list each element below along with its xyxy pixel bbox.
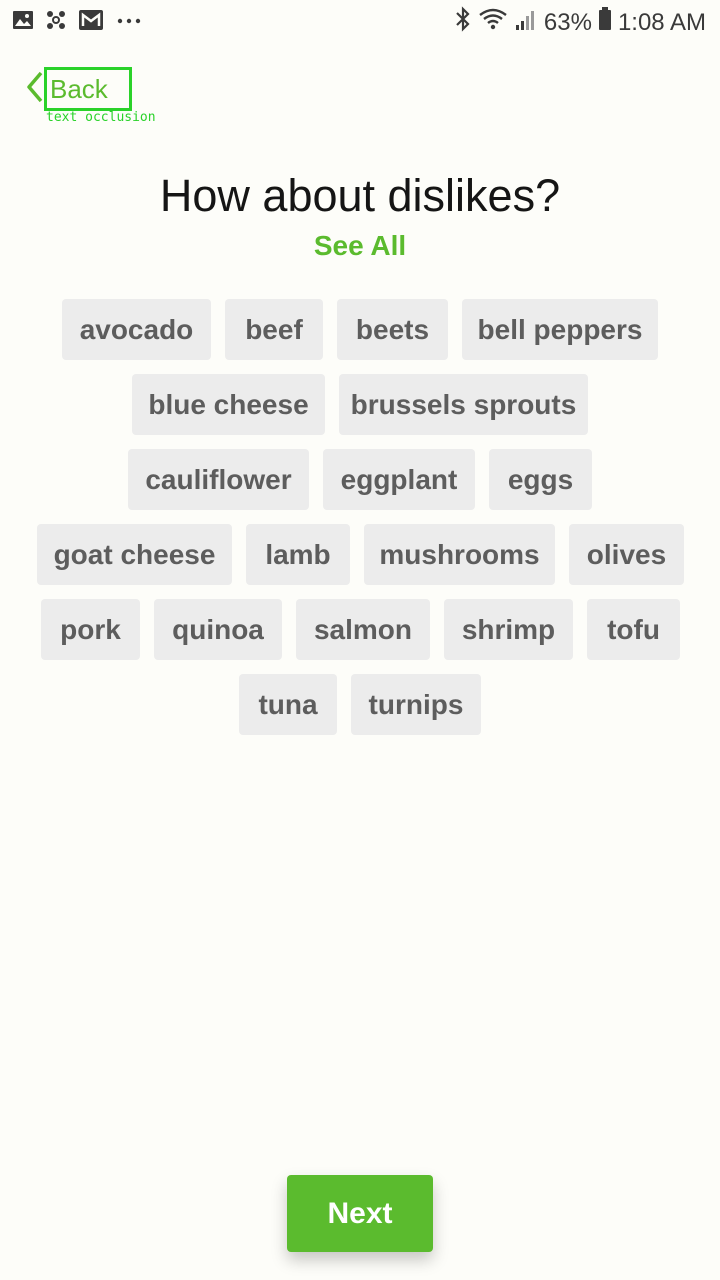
more-dots-icon [114, 9, 144, 38]
next-button[interactable]: Next [287, 1175, 433, 1252]
image-icon [12, 9, 34, 38]
chip-quinoa[interactable]: quinoa [154, 599, 282, 660]
chip-lamb[interactable]: lamb [246, 524, 350, 585]
battery-percent: 63% [543, 8, 592, 36]
chip-salmon[interactable]: salmon [296, 599, 430, 660]
chip-mushrooms[interactable]: mushrooms [364, 524, 555, 585]
chevron-left-icon [26, 67, 44, 112]
clock: 1:08 AM [617, 8, 706, 36]
status-bar-right: 63% 1:08 AM [454, 6, 706, 39]
status-bar-left [12, 8, 144, 39]
signal-icon [514, 6, 538, 39]
gmail-icon [78, 9, 104, 38]
text-occlusion-box [44, 67, 132, 111]
battery-icon [598, 6, 612, 39]
chip-beets[interactable]: beets [337, 299, 448, 360]
chip-shrimp[interactable]: shrimp [444, 599, 573, 660]
chip-turnips[interactable]: turnips [351, 674, 481, 735]
chip-goat-cheese[interactable]: goat cheese [37, 524, 232, 585]
chip-beef[interactable]: beef [225, 299, 323, 360]
chip-avocado[interactable]: avocado [62, 299, 211, 360]
page-title: How about dislikes? [159, 170, 561, 221]
chip-bell-peppers[interactable]: bell peppers [462, 299, 658, 360]
bluetooth-icon [454, 6, 472, 39]
chip-tuna[interactable]: tuna [239, 674, 337, 735]
chip-cauliflower[interactable]: cauliflower [128, 449, 309, 510]
text-occlusion-label: text occlusion [46, 110, 156, 125]
chip-olives[interactable]: olives [569, 524, 684, 585]
chip-blue-cheese[interactable]: blue cheese [132, 374, 325, 435]
see-all-link[interactable]: See All [0, 230, 720, 262]
wifi-icon [478, 6, 508, 39]
pinwheel-icon [44, 8, 68, 39]
chip-pork[interactable]: pork [41, 599, 140, 660]
screen: 63% 1:08 AM Back text occlusion How abou… [0, 0, 720, 1280]
chip-brussels-sprouts[interactable]: brussels sprouts [339, 374, 588, 435]
chip-tofu[interactable]: tofu [587, 599, 680, 660]
chip-eggs[interactable]: eggs [489, 449, 592, 510]
status-bar: 63% 1:08 AM [0, 0, 720, 42]
chip-eggplant[interactable]: eggplant [323, 449, 475, 510]
